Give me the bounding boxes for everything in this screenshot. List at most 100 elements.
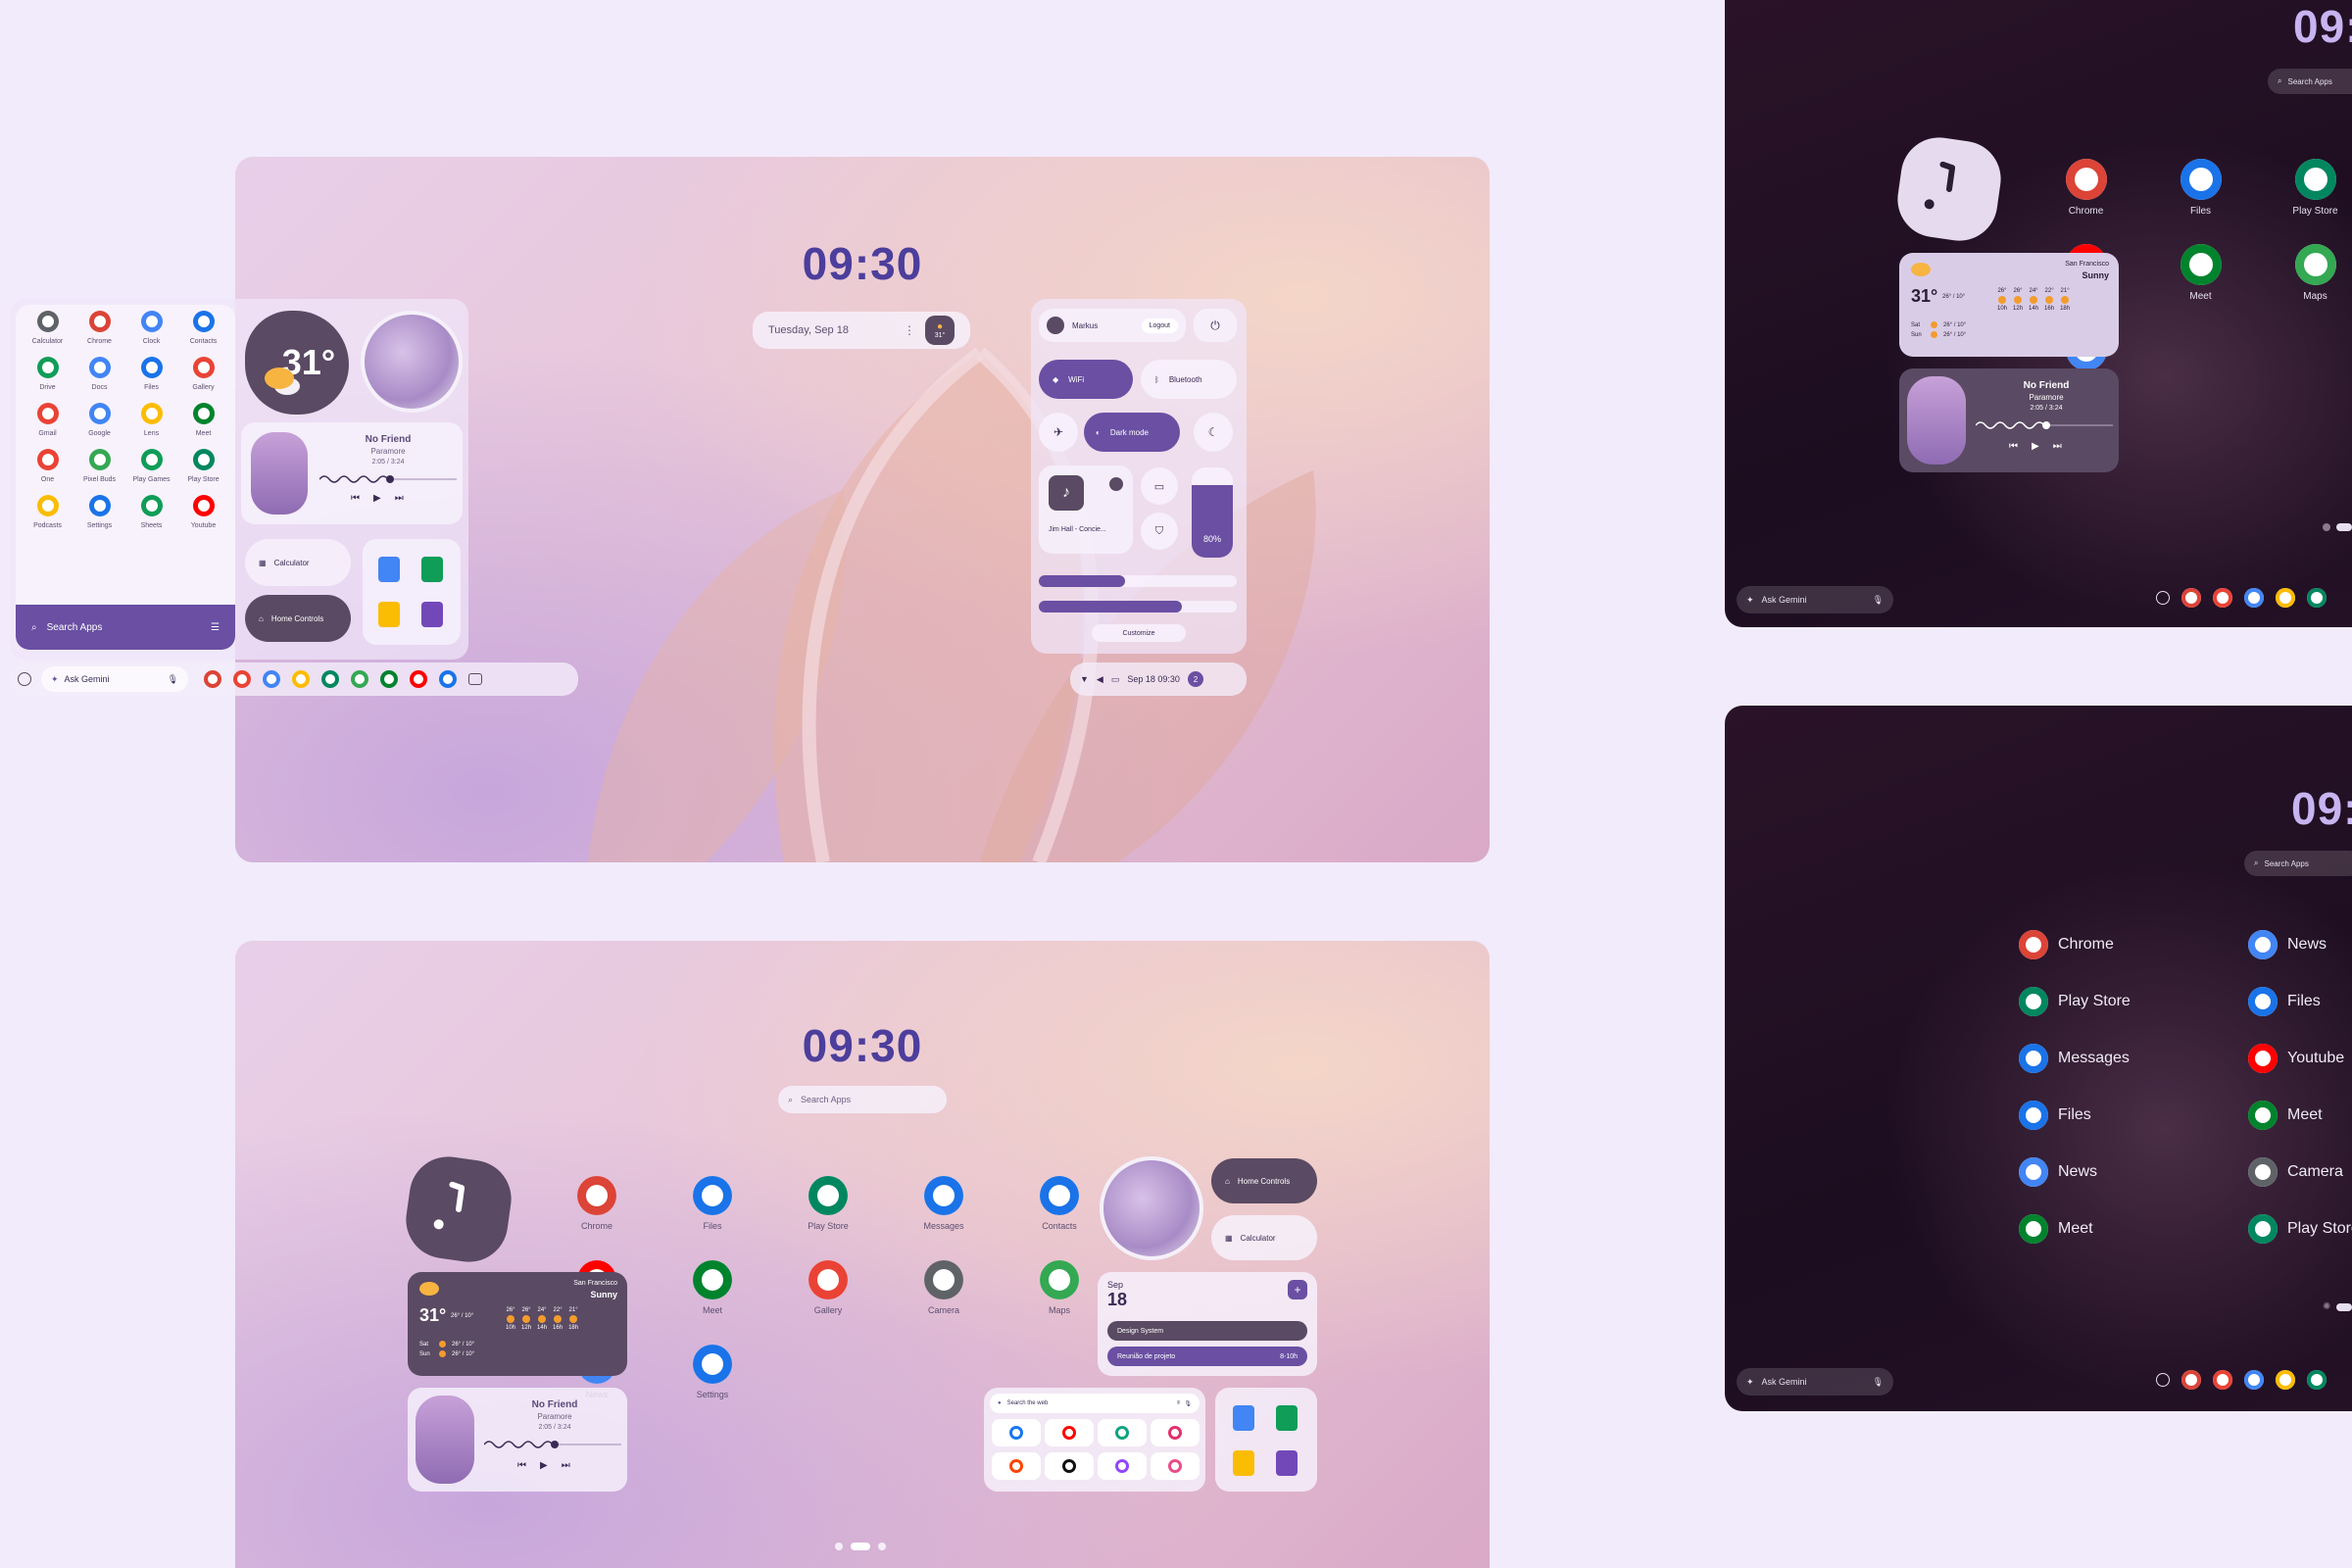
app-chrome[interactable]: Chrome [539,1176,655,1231]
list-item[interactable]: Messages [2019,1043,2131,1074]
app-meet[interactable]: Meet [655,1260,770,1315]
launcher-circle-icon[interactable] [18,672,31,686]
list-item[interactable]: Chrome [2019,929,2131,960]
app-play-store[interactable]: Play Store [770,1176,886,1231]
previous-icon[interactable]: ⏮ [2009,441,2018,452]
dark-mode-toggle[interactable]: ◐ Dark mode [1084,413,1180,452]
gemini-bar[interactable]: ✦ Ask Gemini 🎙 [1737,586,1893,613]
wifi-toggle[interactable]: ◆ WiFi [1039,360,1133,399]
status-tray[interactable]: ▼ ◀ ▭ Sep 18 09:30 2 [1070,662,1247,696]
docs-folder[interactable] [363,539,461,645]
list-item[interactable]: News [2248,929,2352,960]
list-item[interactable]: Play Store [2019,986,2131,1017]
photo-widget[interactable] [361,311,463,413]
camera-toggle[interactable]: ▭ [1141,467,1178,505]
mic-icon[interactable]: 🎙 [1873,595,1884,606]
weather-badge[interactable]: ● 31° [925,316,955,345]
page-dot[interactable] [2323,523,2330,531]
calculator-button[interactable]: ▦ Calculator [245,539,351,586]
mic-icon[interactable]: 🎙 [1184,1400,1192,1407]
app-pixel-buds[interactable]: Pixel Buds [74,449,125,483]
app-play-store[interactable]: Play Store [177,449,229,483]
web-shortcut[interactable] [1098,1419,1147,1446]
brightness-slider[interactable] [1039,601,1237,612]
progress-wave[interactable] [1976,419,2113,431]
weather-widget[interactable]: San Francisco Sunny 31° 26° / 10° 26° 10h… [408,1272,627,1376]
app-gmail[interactable]: Gmail [22,403,74,437]
list-item[interactable]: Meet [2019,1213,2131,1245]
more-vert-icon[interactable]: ⋮ [904,323,915,337]
photos-icon[interactable] [2276,1370,2295,1390]
app-maps[interactable]: Maps [2258,244,2352,302]
next-icon[interactable]: ⏭ [2053,441,2062,452]
play-icon[interactable]: ▶ [2032,441,2039,452]
gemini-bar[interactable]: ✦ Ask Gemini 🎙 [41,666,188,692]
app-gallery[interactable]: Gallery [770,1260,886,1315]
page-dot[interactable] [878,1543,886,1550]
calendar-icon[interactable] [2244,588,2264,608]
home-controls-button[interactable]: ⌂ Home Controls [1211,1158,1317,1203]
list-item[interactable]: Camera [2248,1156,2352,1188]
airplane-toggle[interactable]: ✈ [1039,413,1078,452]
previous-icon[interactable]: ⏮ [351,493,360,504]
app-files[interactable]: Files [2143,159,2258,217]
list-item[interactable]: Meet [2248,1100,2352,1131]
app-drive[interactable]: Drive [22,357,74,391]
chrome-icon[interactable] [2181,1370,2201,1390]
app-files[interactable]: Files [125,357,177,391]
app-files[interactable]: Files [655,1176,770,1231]
web-search-bar[interactable]: ● Search the web ⌾ 🎙 [990,1394,1200,1413]
night-mode-toggle[interactable]: ☾ [1194,413,1233,452]
bluetooth-toggle[interactable]: ᛒ Bluetooth [1141,360,1237,399]
list-icon[interactable]: ☰ [211,622,220,633]
gmail-icon[interactable] [2213,588,2232,608]
gmail-icon[interactable] [2213,1370,2232,1390]
shield-toggle[interactable]: ⛉ [1141,513,1178,550]
add-event-button[interactable]: + [1288,1280,1307,1299]
web-shortcut[interactable] [1098,1452,1147,1480]
progress-wave[interactable] [319,473,457,485]
web-shortcut[interactable] [992,1419,1041,1446]
power-button[interactable]: ⏻ [1194,309,1237,342]
app-podcasts[interactable]: Podcasts [22,495,74,529]
analog-clock-widget[interactable] [1892,132,2006,246]
web-shortcut[interactable] [1151,1452,1200,1480]
search-apps-bar[interactable]: ⌕ Search Apps [778,1086,947,1113]
calendar-icon[interactable] [2244,1370,2264,1390]
gemini-bar[interactable]: ✦ Ask Gemini 🎙 [1737,1368,1893,1396]
app-play-store[interactable]: Play Store [2258,159,2352,217]
home-controls-button[interactable]: ⌂ Home Controls [245,595,351,642]
app-lens[interactable]: Lens [125,403,177,437]
weather-widget[interactable]: 31° [245,311,349,415]
app-clock[interactable]: Clock [125,311,177,345]
avatar[interactable] [1047,317,1064,334]
app-play-games[interactable]: Play Games [125,449,177,483]
launcher-circle-icon[interactable] [2156,1373,2170,1387]
web-shortcut[interactable] [992,1452,1041,1480]
youtube-icon[interactable] [410,670,427,688]
volume-slider[interactable] [1039,575,1237,587]
app-google[interactable]: Google [74,403,125,437]
play-store-icon[interactable] [2307,588,2327,608]
app-chrome[interactable]: Chrome [74,311,125,345]
app-meet[interactable]: Meet [2143,244,2258,302]
calculator-button[interactable]: ▦ Calculator [1211,1215,1317,1260]
lens-icon[interactable]: ⌾ [1177,1400,1181,1407]
progress-wave[interactable] [484,1439,621,1450]
web-shortcut[interactable] [1045,1452,1094,1480]
app-sheets[interactable]: Sheets [125,495,177,529]
app-one[interactable]: One [22,449,74,483]
play-store-icon[interactable] [2307,1370,2327,1390]
app-settings[interactable]: Settings [74,495,125,529]
next-icon[interactable]: ⏭ [562,1460,570,1471]
list-item[interactable]: Youtube [2248,1043,2352,1074]
overview-icon[interactable] [468,673,482,685]
photos-icon[interactable] [2276,588,2295,608]
next-icon[interactable]: ⏭ [395,493,404,504]
maps-icon[interactable] [351,670,368,688]
previous-icon[interactable]: ⏮ [517,1460,526,1471]
list-item[interactable]: Files [2248,986,2352,1017]
app-contacts[interactable]: Contacts [177,311,229,345]
event-reuniao[interactable]: Reunião de projeto 8-10h [1107,1347,1307,1366]
docs-folder[interactable] [1215,1388,1317,1492]
